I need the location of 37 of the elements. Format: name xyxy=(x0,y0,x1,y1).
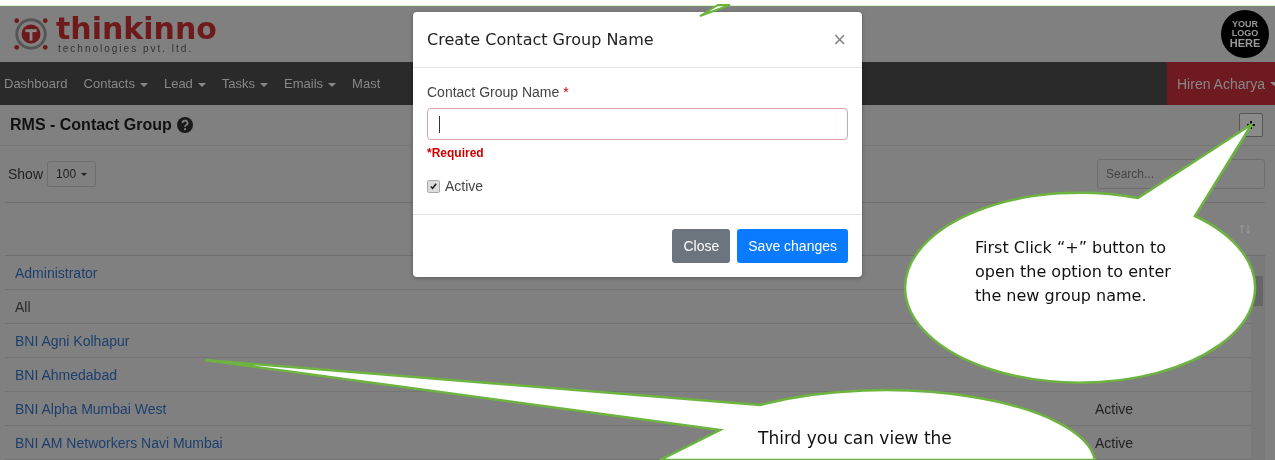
show-label: Show xyxy=(8,166,44,182)
page-title: RMS - Contact Group xyxy=(10,116,172,134)
check-icon xyxy=(429,181,438,191)
scrollbar[interactable] xyxy=(1251,256,1265,460)
active-checkbox[interactable] xyxy=(427,179,440,193)
client-logo: YOUR LOGO HERE xyxy=(1221,10,1269,58)
modal-title: Create Contact Group Name xyxy=(427,30,654,49)
callout-text: Third you can view the xyxy=(758,428,952,448)
group-link[interactable]: BNI Alpha Mumbai West xyxy=(15,400,167,417)
save-button[interactable]: Save changes xyxy=(737,229,848,263)
page-size-select[interactable]: 100 xyxy=(47,161,97,187)
nav-item[interactable]: Contacts xyxy=(83,76,148,91)
brand-tagline: technologies pvt. ltd. xyxy=(58,44,195,54)
close-button[interactable]: Close xyxy=(672,229,731,263)
nav-item[interactable]: Dashboard xyxy=(4,76,68,91)
close-button[interactable]: × xyxy=(831,26,848,53)
error-message: *Required xyxy=(427,146,484,160)
group-link[interactable]: BNI Ahmedabad xyxy=(15,366,117,383)
callout-text: First Click “+” button to open the option to enter the new group name. xyxy=(975,237,1172,307)
group-link[interactable]: BNI AM Networkers Navi Mumbai xyxy=(15,434,223,451)
status-cell: Active xyxy=(1095,400,1134,417)
required-mark: * xyxy=(563,84,569,100)
status-cell: Active xyxy=(1095,434,1134,451)
group-name-field[interactable] xyxy=(427,108,848,140)
help-icon[interactable] xyxy=(176,117,193,133)
logo-icon xyxy=(12,15,50,53)
checkbox-label: Active xyxy=(445,178,484,194)
nav-item[interactable]: Lead xyxy=(163,76,206,91)
nav-item[interactable]: Tasks xyxy=(221,76,269,91)
user-menu[interactable]: Hiren Acharya xyxy=(1167,62,1275,105)
group-name: All xyxy=(15,298,31,315)
group-link[interactable]: BNI Agni Kolhapur xyxy=(15,332,130,349)
nav-item[interactable]: Mast xyxy=(352,76,381,91)
group-link[interactable]: Administrator xyxy=(15,264,98,281)
brand-name: thinkinno xyxy=(56,14,217,44)
nav-item[interactable]: Emails xyxy=(284,76,337,91)
field-label: Contact Group Name xyxy=(427,84,560,100)
